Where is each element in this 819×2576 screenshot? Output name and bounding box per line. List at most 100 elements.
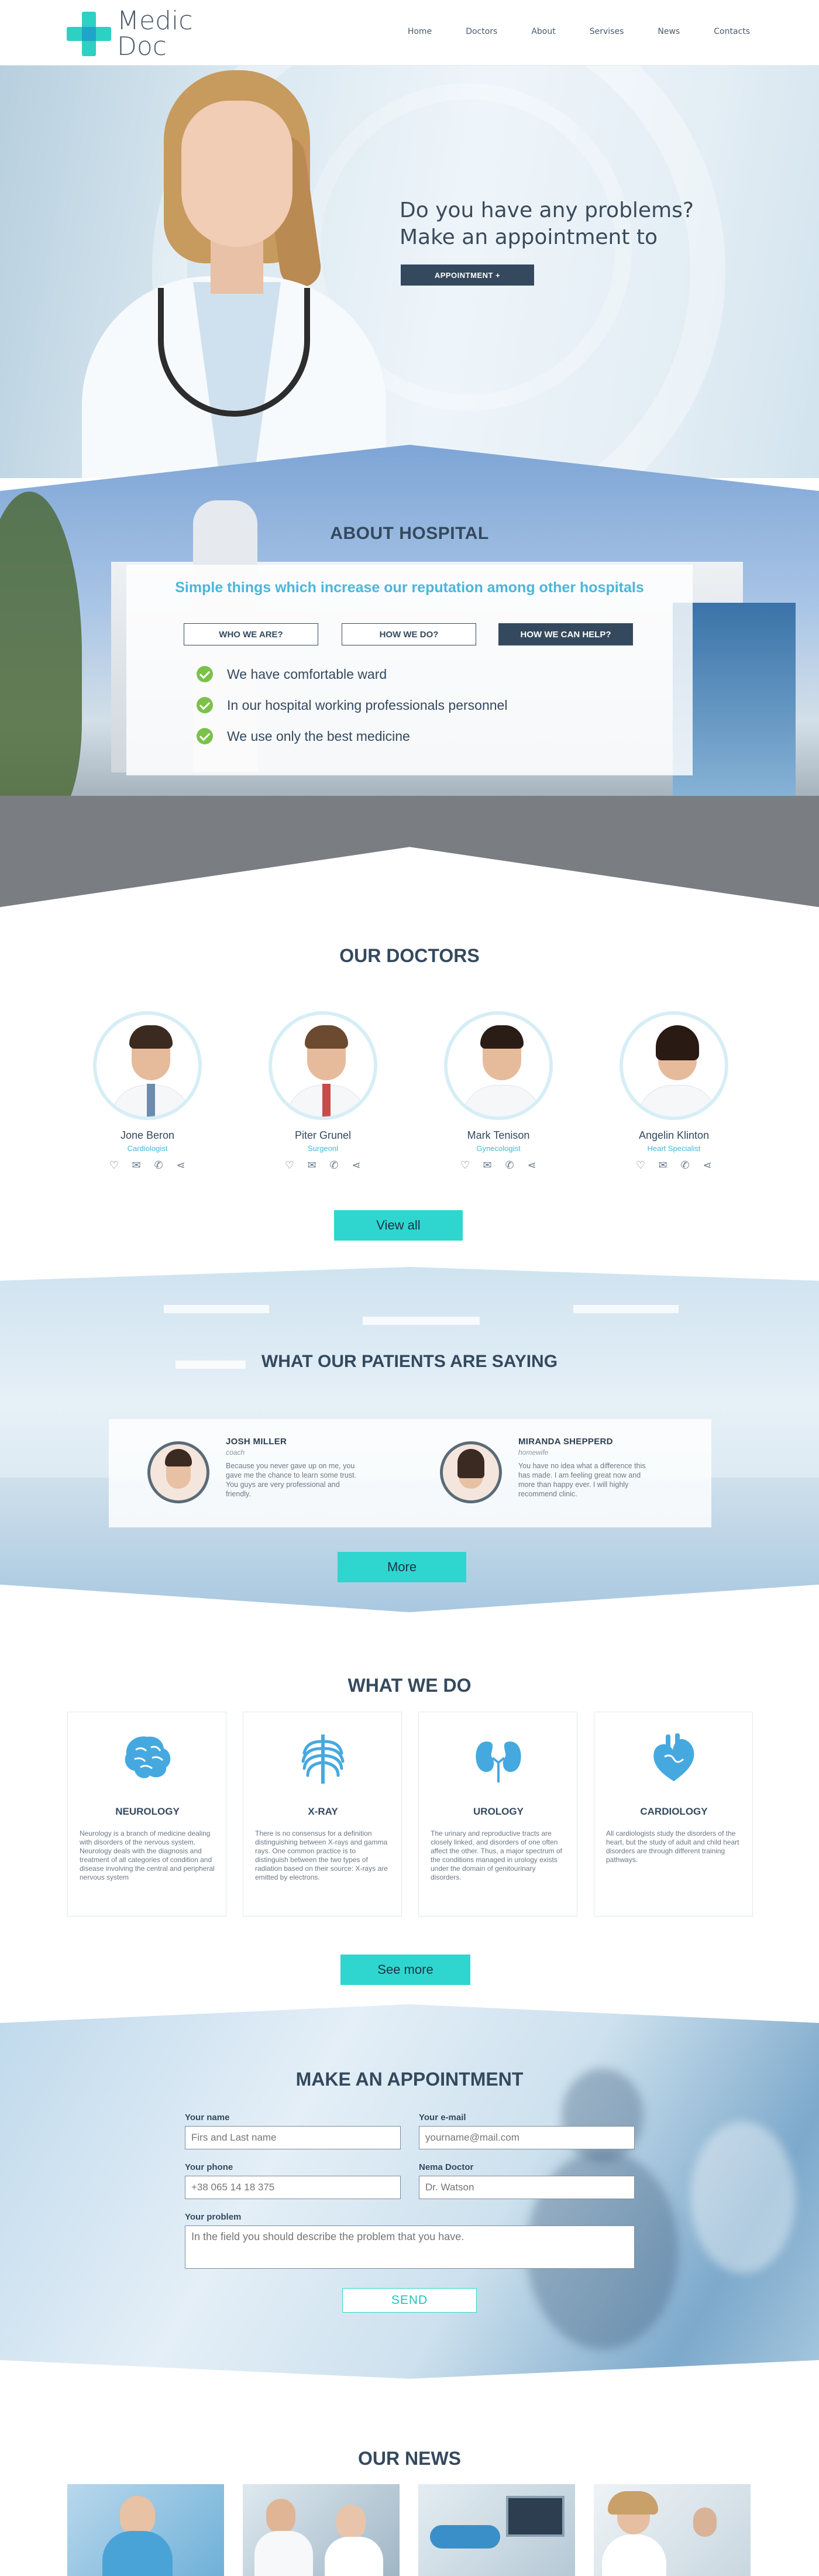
- heart-icon[interactable]: ♡: [458, 1160, 472, 1172]
- patient-quote: Because you never gave up on me, you gav…: [226, 1462, 357, 1498]
- doctor-contact-icons: ♡ ✉ ✆ ⋖: [89, 1160, 206, 1172]
- phone-icon[interactable]: ✆: [152, 1160, 166, 1172]
- tab-how-we-do[interactable]: HOW WE DO?: [342, 623, 476, 645]
- logo-line-1: Medic: [117, 6, 193, 36]
- doctor-avatar: [93, 1011, 202, 1120]
- check-icon: [197, 666, 213, 682]
- logo[interactable]: Medic Doc: [67, 8, 207, 60]
- news-image[interactable]: [67, 2484, 224, 2576]
- doctor-avatar: [444, 1011, 553, 1120]
- phone-label: Your phone: [185, 2162, 233, 2172]
- feature-text: We have comfortable ward: [227, 666, 387, 682]
- doctor-name: Jone Beron: [120, 1129, 175, 1141]
- mail-icon[interactable]: ✉: [656, 1160, 670, 1172]
- doctor-name: Mark Tenison: [467, 1129, 530, 1141]
- view-all-button[interactable]: View all: [334, 1210, 463, 1241]
- share-icon[interactable]: ⋖: [700, 1160, 714, 1172]
- testimonials-title: WHAT OUR PATIENTS ARE SAYING: [261, 1352, 558, 1371]
- email-field[interactable]: [419, 2126, 635, 2149]
- patient-role: homewife: [518, 1448, 549, 1457]
- service-description: The urinary and reproductive tracts are …: [431, 1829, 563, 1881]
- nav-news[interactable]: News: [658, 27, 680, 36]
- heart-icon[interactable]: ♡: [107, 1160, 121, 1172]
- service-card-xray[interactable]: X-RAY There is no consensus for a defini…: [243, 1712, 402, 1916]
- about-panel: Simple things which increase our reputat…: [126, 565, 693, 775]
- send-button[interactable]: SEND: [342, 2288, 477, 2313]
- about-subtitle: Simple things which increase our reputat…: [175, 579, 644, 596]
- doctor-contact-icons: ♡ ✉ ✆ ⋖: [440, 1160, 557, 1172]
- name-field[interactable]: [185, 2126, 401, 2149]
- mail-icon[interactable]: ✉: [305, 1160, 319, 1172]
- service-card-cardiology[interactable]: CARDIOLOGY All cardiologists study the d…: [594, 1712, 753, 1916]
- feature-item: In our hospital working professionals pe…: [197, 696, 507, 714]
- testimonials-panel: JOSH MILLER coach Because you never gave…: [109, 1419, 711, 1527]
- doctor-card[interactable]: Mark Tenison Gynecologist ♡ ✉ ✆ ⋖: [440, 1011, 557, 1181]
- phone-icon[interactable]: ✆: [678, 1160, 692, 1172]
- share-icon[interactable]: ⋖: [349, 1160, 363, 1172]
- doctor-card[interactable]: Piter Grunel Surgeonl ♡ ✉ ✆ ⋖: [264, 1011, 381, 1181]
- service-description: There is no consensus for a definition d…: [255, 1829, 388, 1881]
- patient-quote: You have no idea what a difference this …: [518, 1462, 646, 1498]
- see-more-button[interactable]: See more: [340, 1955, 470, 1985]
- main-nav: Home Doctors About Servises News Contact…: [374, 27, 750, 36]
- testimonials-section: WHAT OUR PATIENTS ARE SAYING JOSH MILLER…: [0, 1267, 819, 1612]
- doctor-contact-icons: ♡ ✉ ✆ ⋖: [264, 1160, 381, 1172]
- doctor-avatar: [269, 1011, 377, 1120]
- service-card-neurology[interactable]: NEUROLOGY Neurology is a branch of medic…: [67, 1712, 226, 1916]
- mail-icon[interactable]: ✉: [480, 1160, 494, 1172]
- hero-doctor-image: [64, 66, 392, 478]
- site-header: Medic Doc Home Doctors About Servises Ne…: [0, 0, 819, 66]
- doctors-title: OUR DOCTORS: [339, 945, 480, 966]
- more-button[interactable]: More: [338, 1552, 466, 1582]
- service-name: CARDIOLOGY: [640, 1806, 708, 1817]
- service-card-urology[interactable]: UROLOGY The urinary and reproductive tra…: [418, 1712, 577, 1916]
- news-image[interactable]: [594, 2484, 751, 2576]
- news-image[interactable]: [418, 2484, 575, 2576]
- service-name: X-RAY: [308, 1806, 338, 1817]
- doctor-avatar: [620, 1011, 728, 1120]
- appointment-button[interactable]: APPOINTMENT +: [401, 265, 534, 286]
- nav-about[interactable]: About: [531, 27, 555, 36]
- services-title: WHAT WE DO: [347, 1675, 472, 1696]
- hero-title-line-1: Do you have any problems?: [400, 198, 694, 222]
- problem-field[interactable]: [185, 2225, 635, 2269]
- appointment-title: MAKE AN APPOINTMENT: [295, 2069, 524, 2090]
- nav-doctors[interactable]: Doctors: [466, 27, 497, 36]
- news-image[interactable]: [243, 2484, 400, 2576]
- phone-icon[interactable]: ✆: [503, 1160, 517, 1172]
- logo-text: Medic Doc: [117, 8, 192, 60]
- doctor-label: Nema Doctor: [419, 2162, 474, 2172]
- nav-contacts[interactable]: Contacts: [714, 27, 750, 36]
- share-icon[interactable]: ⋖: [525, 1160, 539, 1172]
- doctor-role: Gynecologist: [476, 1144, 521, 1153]
- service-name: NEUROLOGY: [115, 1806, 180, 1817]
- name-label: Your name: [185, 2113, 230, 2122]
- doctor-role: Cardiologist: [127, 1144, 168, 1153]
- mail-icon[interactable]: ✉: [129, 1160, 143, 1172]
- heart-icon[interactable]: ♡: [634, 1160, 648, 1172]
- ribcage-icon: [301, 1734, 345, 1784]
- tab-who-we-are[interactable]: WHO WE ARE?: [184, 623, 318, 645]
- problem-label: Your problem: [185, 2212, 242, 2222]
- nav-services[interactable]: Servises: [590, 27, 624, 36]
- patient-avatar: [440, 1441, 502, 1503]
- brain-icon: [125, 1736, 171, 1778]
- doctor-card[interactable]: Jone Beron Cardiologist ♡ ✉ ✆ ⋖: [89, 1011, 206, 1181]
- phone-field[interactable]: [185, 2176, 401, 2199]
- doctor-name: Angelin Klinton: [638, 1129, 710, 1141]
- heart-icon[interactable]: ♡: [283, 1160, 297, 1172]
- share-icon[interactable]: ⋖: [174, 1160, 188, 1172]
- doctor-field[interactable]: [419, 2176, 635, 2199]
- phone-icon[interactable]: ✆: [327, 1160, 341, 1172]
- kidneys-icon: [476, 1742, 521, 1782]
- feature-item: We have comfortable ward: [197, 665, 387, 683]
- doctor-card[interactable]: Angelin Klinton Heart Specialist ♡ ✉ ✆ ⋖: [615, 1011, 732, 1181]
- patient-role: coach: [226, 1448, 245, 1457]
- service-description: All cardiologists study the disorders of…: [606, 1829, 739, 1864]
- doctor-role: Heart Specialist: [647, 1144, 701, 1153]
- tab-how-we-can-help[interactable]: HOW WE CAN HELP?: [498, 623, 633, 645]
- heart-organ-icon: [653, 1733, 694, 1781]
- nav-home[interactable]: Home: [408, 27, 432, 36]
- hero-section: Do you have any problems? Make an appoin…: [0, 66, 819, 478]
- service-name: UROLOGY: [473, 1806, 524, 1817]
